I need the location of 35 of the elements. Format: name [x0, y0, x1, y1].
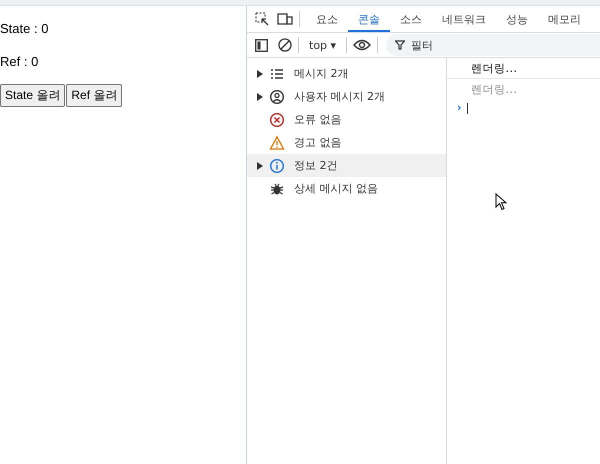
counter-text: State : 0 [0, 21, 48, 36]
info-icon [269, 158, 285, 174]
expand-icon[interactable] [257, 70, 263, 78]
sidebar-item[interactable]: 메시지 2개 [247, 62, 446, 85]
devtools-tab[interactable]: 요소 [306, 6, 348, 32]
devtools-tab[interactable]: 콘솔 [348, 6, 390, 32]
counter-text: Ref : 0 [0, 54, 38, 69]
error-icon [269, 112, 285, 128]
sidebar-item[interactable]: 상세 메시지 없음 [247, 177, 446, 200]
sidebar-item[interactable]: 사용자 메시지 2개 [247, 85, 446, 108]
user-icon [269, 88, 285, 104]
prompt-icon: › [457, 101, 462, 114]
device-icon[interactable] [277, 12, 293, 26]
warning-icon [269, 134, 285, 150]
eye-icon[interactable] [353, 39, 372, 51]
expand-icon[interactable] [257, 162, 263, 170]
expand-icon[interactable] [257, 92, 263, 100]
sidebar-item[interactable]: 오류 없음 [247, 108, 446, 131]
increment-button[interactable]: State 올려 [0, 84, 66, 107]
devtools-tab[interactable]: 메모리 [538, 6, 591, 32]
mouse-cursor-icon [495, 193, 507, 211]
inspect-icon[interactable] [255, 12, 269, 26]
increment-button[interactable]: Ref 올려 [66, 84, 122, 107]
devtools-tab[interactable]: 성능 [496, 6, 538, 32]
clear-icon[interactable] [278, 38, 292, 52]
devtools-tab[interactable]: 네트워크 [432, 6, 496, 32]
devtools-tab[interactable]: 소스 [390, 6, 432, 32]
filter-field[interactable]: 필터 [386, 34, 600, 56]
console-message: 렌더링... [471, 83, 518, 96]
sidebar-item[interactable]: 정보 2건 [247, 154, 446, 177]
context-selector[interactable]: top ▾ [305, 38, 340, 52]
filter-icon [395, 40, 406, 50]
sidebar-item[interactable]: 경고 없음 [247, 131, 446, 154]
sidebar-toggle-icon[interactable] [255, 38, 268, 52]
console-message: 렌더링... [471, 62, 518, 75]
